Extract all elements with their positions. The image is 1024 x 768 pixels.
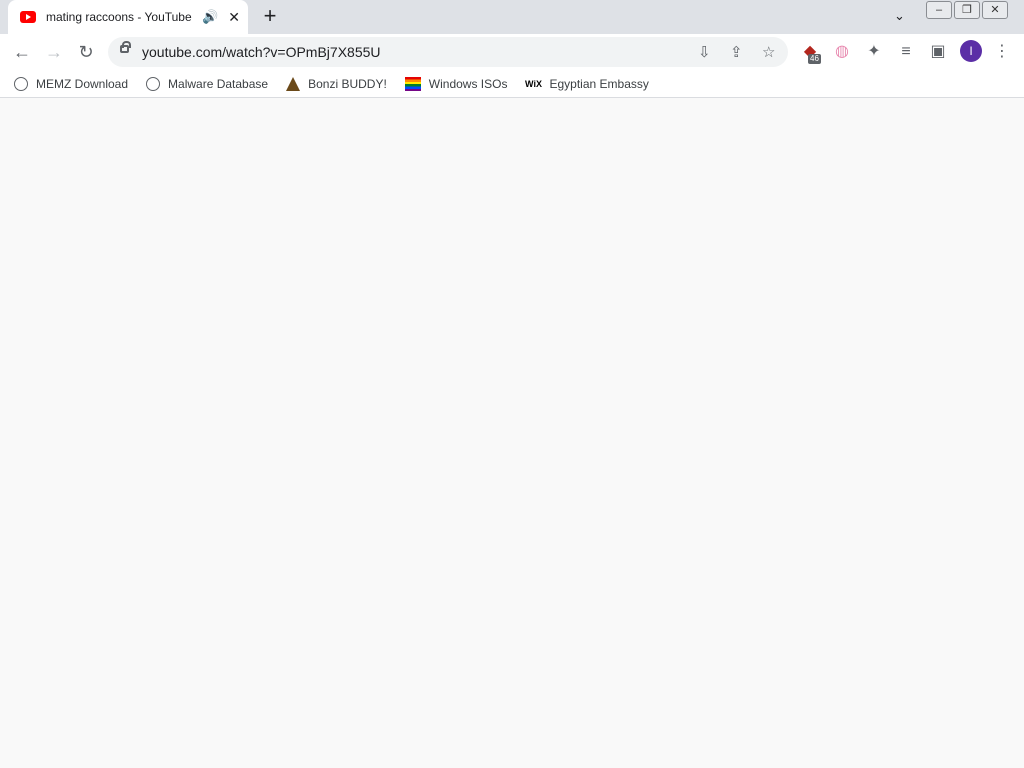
bonzi-icon bbox=[286, 76, 301, 91]
install-app-icon[interactable]: ⇩ bbox=[698, 43, 711, 61]
close-window-button[interactable]: ✕ bbox=[982, 1, 1008, 19]
bookmark-label: Bonzi BUDDY! bbox=[308, 76, 387, 91]
tab-title: mating raccoons - YouTube bbox=[46, 10, 192, 24]
browser-menu-icon[interactable]: ⋮ bbox=[990, 40, 1014, 64]
bookmark-label: Egyptian Embassy bbox=[549, 76, 649, 91]
back-button[interactable]: ← bbox=[10, 40, 34, 64]
globe-icon bbox=[146, 76, 161, 91]
bookmark-label: Malware Database bbox=[168, 76, 269, 91]
globe-icon bbox=[14, 76, 28, 91]
bookmark-label: Windows ISOs bbox=[428, 76, 508, 91]
address-url[interactable]: youtube.com/watch?v=OPmBj7X855U bbox=[142, 44, 381, 60]
close-tab-icon[interactable]: ✕ bbox=[228, 9, 240, 26]
rainbow-flag-icon bbox=[404, 76, 421, 91]
bookmark-malware-database[interactable]: Malware Database bbox=[146, 76, 269, 91]
browser-toolbar: ← → ↻ youtube.com/watch?v=OPmBj7X855U ⇩ … bbox=[0, 34, 1024, 70]
youtube-favicon-icon bbox=[20, 11, 36, 23]
window-controls: – ❐ ✕ bbox=[926, 1, 1008, 19]
side-panel-icon[interactable]: ▣ bbox=[926, 40, 950, 64]
speaker-icon[interactable]: 🔊 bbox=[202, 9, 218, 25]
bookmark-label: MEMZ Download bbox=[36, 76, 129, 91]
new-tab-button[interactable]: + bbox=[258, 4, 282, 28]
maximize-button[interactable]: ❐ bbox=[954, 1, 980, 19]
lock-icon[interactable] bbox=[120, 41, 131, 53]
minimize-button[interactable]: – bbox=[926, 1, 952, 19]
extensions-puzzle-icon[interactable]: ✦ bbox=[862, 40, 886, 64]
share-icon[interactable]: ⇪ bbox=[730, 43, 743, 61]
media-playlist-icon[interactable]: ≡ bbox=[894, 40, 918, 64]
tab-search-icon[interactable]: ⌄ bbox=[894, 8, 905, 24]
flag-extension-icon[interactable]: ◍ bbox=[830, 40, 854, 64]
forward-button[interactable]: → bbox=[42, 40, 66, 64]
reload-button[interactable]: ↻ bbox=[74, 40, 98, 64]
bookmark-memz[interactable]: MEMZ Download bbox=[14, 76, 129, 91]
bookmark-windows-isos[interactable]: Windows ISOs bbox=[404, 76, 508, 91]
profile-avatar[interactable]: I bbox=[960, 40, 982, 62]
wix-icon: WiX bbox=[525, 78, 542, 89]
tab-strip: mating raccoons - YouTube 🔊 ✕ + ⌄ – ❐ ✕ bbox=[0, 0, 1024, 34]
browser-tab[interactable]: mating raccoons - YouTube 🔊 ✕ bbox=[8, 0, 248, 34]
bookmark-egyptian-embassy[interactable]: WiX Egyptian Embassy bbox=[525, 76, 649, 92]
extension-badge: 46 bbox=[808, 54, 821, 64]
bookmark-bonzi-buddy[interactable]: Bonzi BUDDY! bbox=[286, 76, 387, 91]
bookmark-star-icon[interactable]: ☆ bbox=[762, 43, 775, 61]
address-bar[interactable]: youtube.com/watch?v=OPmBj7X855U ⇩ ⇪ ☆ bbox=[108, 37, 788, 67]
bookmarks-bar: MEMZ Download Malware Database Bonzi BUD… bbox=[0, 70, 1024, 98]
